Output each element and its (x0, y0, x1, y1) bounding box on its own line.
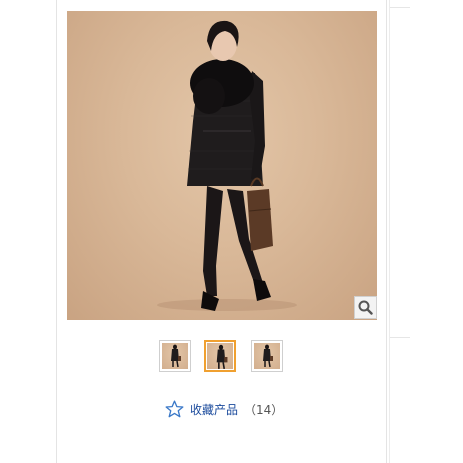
magnifier-icon (358, 300, 373, 315)
favorite-product-button[interactable]: 收藏产品 （14） (165, 399, 283, 419)
column-divider (389, 0, 390, 463)
thumbnail-2[interactable] (204, 340, 236, 372)
favorite-label[interactable]: 收藏产品 (190, 401, 238, 418)
model-photo (157, 20, 297, 311)
zoom-button[interactable] (354, 296, 377, 319)
divider-tick (390, 7, 410, 8)
star-outline-icon (165, 400, 184, 418)
product-main-image[interactable] (67, 11, 377, 320)
thumbnail-image (162, 343, 188, 369)
divider-tick (390, 337, 410, 338)
thumbnail-image (207, 343, 233, 369)
thumbnail-strip (0, 340, 463, 376)
thumbnail-image (254, 343, 280, 369)
favorite-count: （14） (244, 402, 284, 417)
thumbnail-3[interactable] (251, 340, 283, 372)
thumbnail-1[interactable] (159, 340, 191, 372)
